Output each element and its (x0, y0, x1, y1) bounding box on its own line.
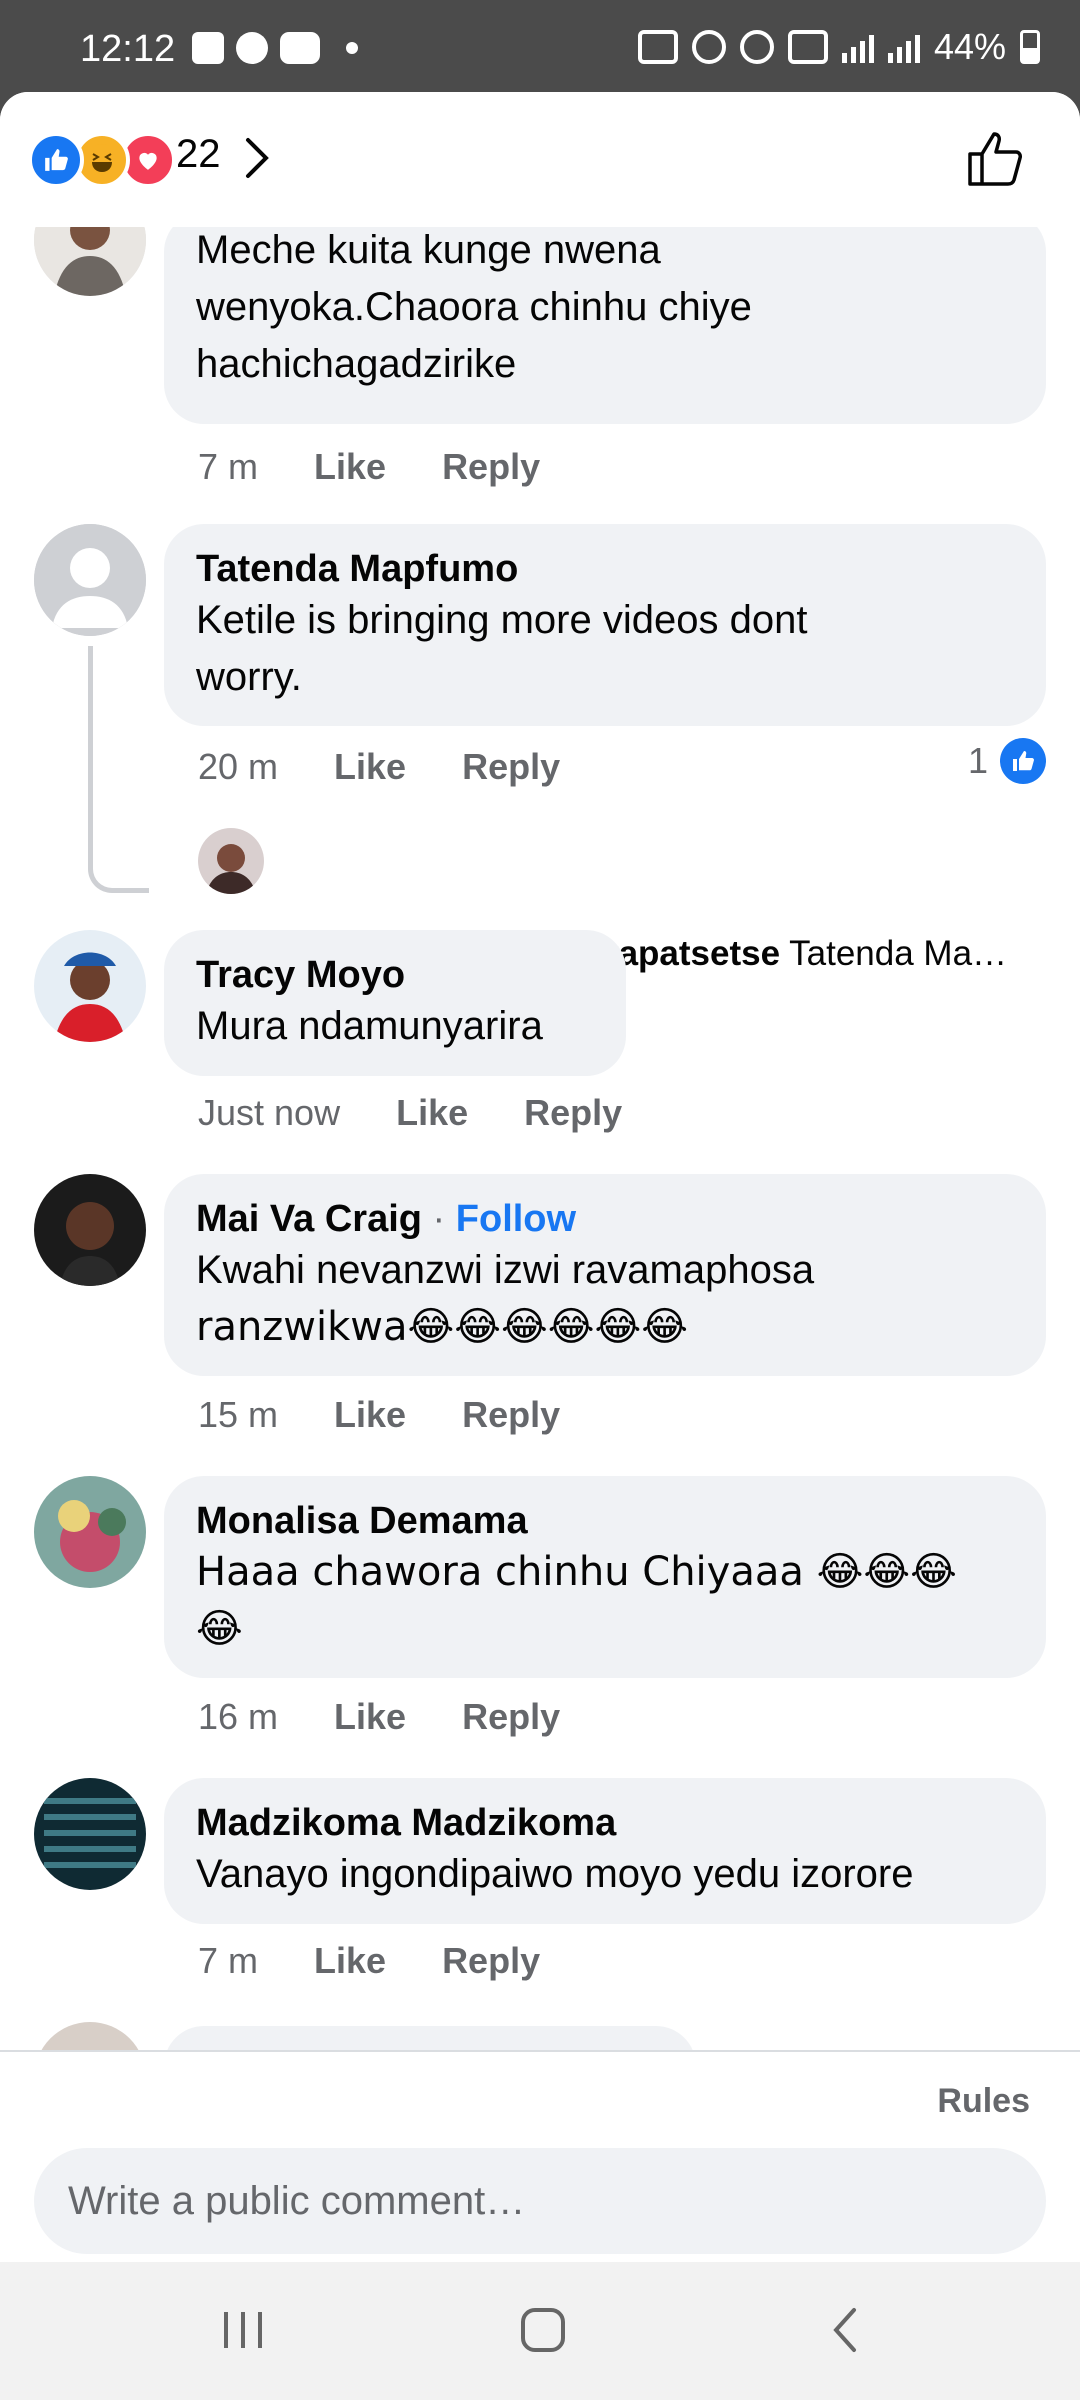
comment-actions: 7 m Like Reply (198, 446, 540, 488)
comment-text: Kwahi nevanzwi izwi ravamaphosa (196, 1248, 815, 1292)
comments-sheet: 22 Meche kuita kunge nwena wenyoka.Chaoo… (0, 92, 1080, 2262)
youtube-icon (280, 32, 320, 64)
status-bar: 12:12 44% (0, 0, 1080, 96)
comment-actions: 16 m Like Reply (198, 1696, 560, 1738)
reply-comment-button[interactable]: Reply (524, 1092, 622, 1134)
commenter-name[interactable]: Monalisa Demama (196, 1498, 1014, 1544)
whatsapp-icon (236, 32, 268, 64)
home-icon[interactable] (508, 2300, 578, 2360)
hd-voice-icon (787, 30, 828, 64)
comment-input[interactable]: Write a public comment… (34, 2148, 1046, 2254)
like-comment-button[interactable]: Like (334, 746, 406, 788)
separator-dot: · (432, 1198, 456, 1240)
reply-comment-button[interactable]: Reply (462, 746, 560, 788)
comment-text: wenyoka.Chaoora chinhu chiye (196, 285, 752, 329)
comment-text: hachichagadzirike (196, 342, 517, 386)
comment-text: worry. (196, 655, 302, 699)
comment-bubble[interactable]: Meche kuita kunge nwena wenyoka.Chaoora … (164, 212, 1046, 424)
avatar[interactable] (34, 1174, 146, 1286)
commenter-name[interactable]: Tatenda Mapfumo (196, 546, 1014, 592)
battery-icon (1020, 30, 1040, 64)
avatar[interactable] (34, 1778, 146, 1890)
comment-bubble[interactable]: Tracy Moyo Mura ndamunyarira (164, 930, 626, 1076)
reply-comment-button[interactable]: Reply (442, 446, 540, 488)
comment-time: 15 m (198, 1394, 279, 1435)
comment-text: 😂 (196, 1606, 243, 1652)
comment-bubble[interactable]: Madzikoma Madzikoma Vanayo ingondipaiwo … (164, 1778, 1046, 1924)
reply-avatar[interactable] (198, 828, 264, 894)
like-post-button[interactable] (966, 130, 1024, 188)
comment-time: 16 m (198, 1696, 279, 1737)
comment-bubble[interactable]: Monalisa Demama Haaa chawora chinhu Chiy… (164, 1476, 1046, 1678)
comment-text: ranzwikwa😂😂😂😂😂😂 (196, 1304, 688, 1350)
wifi-icon (739, 30, 774, 64)
comment-actions: Just now Like Reply (198, 1092, 622, 1134)
comment-time: 20 m (198, 746, 279, 787)
comment-time: Just now (198, 1092, 341, 1133)
reply-comment-button[interactable]: Reply (462, 1394, 560, 1436)
like-comment-button[interactable]: Like (314, 446, 386, 488)
comment-bubble[interactable]: Mai Va Craig · Follow Kwahi nevanzwi izw… (164, 1174, 1046, 1376)
gallery-icon (192, 32, 224, 64)
comment-text: Meche kuita kunge nwena (196, 228, 661, 272)
comment-like-count[interactable]: 1 (968, 738, 1046, 784)
comment-time: 7 m (198, 446, 259, 487)
like-comment-button[interactable]: Like (314, 1940, 386, 1982)
alarm-icon (691, 30, 726, 64)
comment-bubble[interactable]: Tatenda Mapfumo Ketile is bringing more … (164, 524, 1046, 726)
recent-apps-icon[interactable] (208, 2300, 278, 2360)
more-notifications-icon (346, 42, 358, 54)
comment-composer: Rules Write a public comment… (0, 2050, 1080, 2262)
reply-comment-button[interactable]: Reply (442, 1940, 540, 1982)
signal-roaming-icon (887, 31, 920, 63)
comment-time: 7 m (198, 1940, 259, 1981)
comment-text: Haaa chawora chinhu Chiyaaa 😂😂😂 (196, 1549, 957, 1595)
back-icon[interactable] (810, 2300, 880, 2360)
status-time: 12:12 (80, 28, 176, 70)
commenter-name[interactable]: Tracy Moyo (196, 952, 594, 998)
reply-text: Tatenda Ma… (789, 934, 1008, 973)
chevron-right-icon[interactable] (242, 136, 272, 191)
avatar[interactable] (34, 524, 146, 636)
commenter-name[interactable]: Mai Va Craig (196, 1198, 422, 1240)
thread-line (88, 646, 149, 893)
like-comment-button[interactable]: Like (334, 1394, 406, 1436)
comment-actions: 20 m Like Reply (198, 746, 560, 788)
reactions-header: 22 (0, 92, 1080, 227)
like-icon (1000, 738, 1046, 784)
like-reaction-icon (28, 132, 84, 188)
reply-comment-button[interactable]: Reply (462, 1696, 560, 1738)
battery-percent: 44% (933, 26, 1006, 67)
system-navigation-bar (0, 2262, 1080, 2400)
rules-link[interactable]: Rules (937, 2082, 1030, 2121)
commenter-name[interactable]: Madzikoma Madzikoma (196, 1800, 1014, 1846)
avatar[interactable] (34, 930, 146, 1042)
comment-text: Ketile is bringing more videos dont (196, 598, 808, 642)
like-comment-button[interactable]: Like (334, 1696, 406, 1738)
comment-actions: 7 m Like Reply (198, 1940, 540, 1982)
reaction-count[interactable]: 22 (176, 132, 221, 177)
avatar[interactable] (34, 1476, 146, 1588)
reaction-icons[interactable] (28, 132, 176, 188)
like-comment-button[interactable]: Like (396, 1092, 468, 1134)
follow-button[interactable]: Follow (456, 1198, 576, 1240)
comment-text: Mura ndamunyarira (196, 1004, 543, 1048)
signal-icon (841, 31, 874, 63)
comment-actions: 15 m Like Reply (198, 1394, 560, 1436)
edit-icon (637, 30, 678, 64)
comment-text: Vanayo ingondipaiwo moyo yedu izorore (196, 1852, 914, 1896)
